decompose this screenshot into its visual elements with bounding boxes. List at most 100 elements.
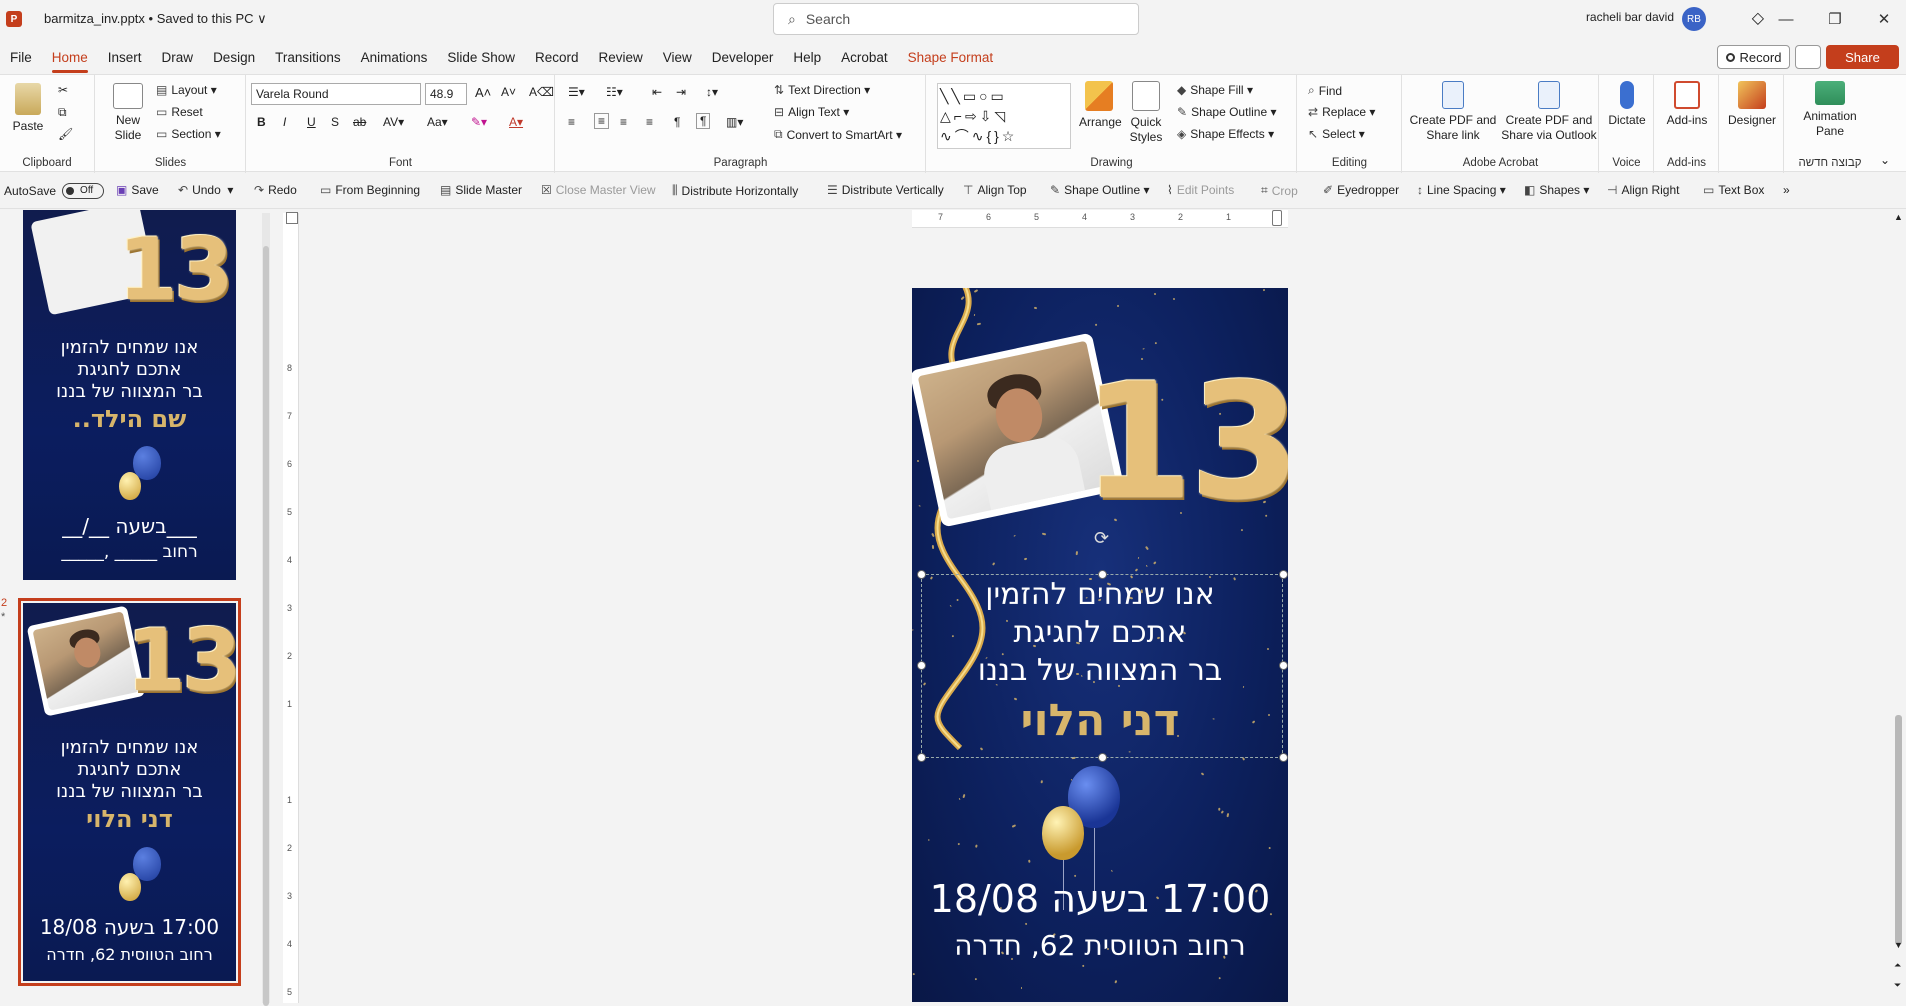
- copy-icon[interactable]: ⧉: [58, 105, 67, 120]
- tab-record[interactable]: Record: [525, 45, 589, 71]
- canvas-scrollbar[interactable]: ▲ ▼ ⏶ ⏷: [1890, 210, 1906, 1006]
- justify-icon[interactable]: ≡: [646, 115, 653, 129]
- increase-indent-icon[interactable]: ⇥: [676, 85, 686, 99]
- more-commands-icon[interactable]: »: [1783, 183, 1790, 197]
- close-master-view-button[interactable]: ☒ Close Master View: [541, 183, 656, 197]
- designer-button[interactable]: Designer: [1724, 81, 1780, 128]
- collapse-ribbon-icon[interactable]: ⌄: [1880, 153, 1890, 167]
- canvas-scroll-thumb[interactable]: [1895, 715, 1902, 945]
- reset-button[interactable]: ▭ Reset: [156, 105, 203, 119]
- slide-thumbnail-1[interactable]: 13 אנו שמחים להזמין אתכם לחגיגת בר המצוו…: [23, 210, 236, 580]
- invite-line2[interactable]: אתכם לחגיגת: [912, 615, 1288, 651]
- decrease-indent-icon[interactable]: ⇤: [652, 85, 662, 99]
- record-button[interactable]: Record: [1717, 45, 1790, 69]
- edit-points-button[interactable]: ⌇ Edit Points: [1167, 183, 1234, 197]
- tab-slide-show[interactable]: Slide Show: [437, 45, 525, 71]
- cut-icon[interactable]: ✂: [58, 83, 68, 97]
- resize-handle[interactable]: [1279, 753, 1288, 762]
- scroll-down-icon[interactable]: ▼: [1894, 940, 1903, 950]
- char-spacing-icon[interactable]: AV▾: [383, 115, 404, 129]
- main-slide[interactable]: 13 ⟳ אנו שמחים להזמין אתכם לחגיגת בר המצ…: [912, 288, 1288, 1002]
- text-box-button[interactable]: ▭ Text Box: [1703, 183, 1764, 197]
- tab-developer[interactable]: Developer: [702, 45, 784, 71]
- shapes-gallery[interactable]: ╲╲▭○▭ △⌐⇨⇩◹ ∿⌒∿{}☆: [937, 83, 1071, 149]
- quick-styles-button[interactable]: Quick Styles: [1125, 81, 1167, 145]
- autosave-switch[interactable]: Off: [62, 183, 105, 199]
- autosave-toggle[interactable]: AutoSave Off: [4, 183, 105, 199]
- highlight-icon[interactable]: ✎▾: [471, 115, 487, 129]
- slide-master-button[interactable]: ▤ Slide Master: [440, 183, 522, 197]
- indent-marker[interactable]: [1272, 210, 1282, 226]
- thumbnail-scroll-thumb[interactable]: [263, 246, 269, 1006]
- previous-slide-icon[interactable]: ⏶: [1894, 960, 1901, 971]
- convert-smartart-button[interactable]: ⧉ Convert to SmartArt ▾: [774, 127, 902, 142]
- ltr-icon[interactable]: ¶: [674, 115, 680, 129]
- number-13-balloon[interactable]: 13: [1082, 348, 1288, 535]
- tab-home[interactable]: Home: [42, 45, 98, 73]
- create-pdf-outlook-button[interactable]: Create PDF and Share via Outlook: [1501, 81, 1597, 143]
- tab-insert[interactable]: Insert: [98, 45, 152, 71]
- align-center-icon[interactable]: ≡: [594, 113, 610, 129]
- font-size-select[interactable]: 48.9: [425, 83, 467, 105]
- minimize-icon[interactable]: —: [1766, 6, 1806, 32]
- event-address[interactable]: רחוב הטווסית 62, חדרה: [912, 929, 1288, 962]
- document-title[interactable]: barmitza_inv.pptx • Saved to this PC ∨: [44, 11, 267, 27]
- crop-button[interactable]: ⌗ Crop: [1261, 183, 1298, 198]
- line-spacing-icon[interactable]: ↕▾: [706, 85, 718, 99]
- italic-icon[interactable]: I: [283, 115, 286, 129]
- tab-design[interactable]: Design: [203, 45, 265, 71]
- rtl-icon[interactable]: ¶: [696, 113, 711, 129]
- avatar[interactable]: RB: [1682, 7, 1706, 31]
- new-slide-button[interactable]: New Slide: [106, 83, 150, 143]
- format-painter-icon[interactable]: 🖌: [58, 127, 73, 141]
- underline-icon[interactable]: U: [307, 115, 316, 129]
- next-slide-icon[interactable]: ⏷: [1894, 980, 1901, 991]
- strikethrough-icon[interactable]: ab: [353, 115, 366, 129]
- event-date-time[interactable]: 17:00 בשעה 18/08: [912, 877, 1288, 922]
- bold-icon[interactable]: B: [257, 115, 266, 129]
- tab-file[interactable]: File: [0, 45, 42, 71]
- distribute-horizontally-button[interactable]: ⫼ Distribute Horizontally: [672, 183, 798, 198]
- shape-outline-qa-button[interactable]: ✎ Shape Outline ▾: [1050, 183, 1149, 197]
- tab-shape-format[interactable]: Shape Format: [898, 45, 1004, 71]
- tab-help[interactable]: Help: [783, 45, 831, 71]
- addins-button[interactable]: Add-ins: [1659, 81, 1715, 128]
- shrink-font-icon[interactable]: A˅: [501, 85, 516, 99]
- align-left-icon[interactable]: ≡: [568, 115, 575, 129]
- rotate-handle-icon[interactable]: ⟳: [1094, 528, 1109, 549]
- resize-handle[interactable]: [1098, 753, 1107, 762]
- restore-icon[interactable]: ❐: [1815, 6, 1855, 32]
- create-pdf-link-button[interactable]: Create PDF and Share link: [1407, 81, 1499, 143]
- align-top-button[interactable]: ⊤ Align Top: [963, 183, 1027, 197]
- tab-draw[interactable]: Draw: [152, 45, 204, 71]
- animation-pane-button[interactable]: Animation Pane: [1789, 81, 1871, 139]
- columns-icon[interactable]: ▥▾: [726, 115, 743, 129]
- line-spacing-qa-button[interactable]: ↕ Line Spacing ▾: [1417, 183, 1506, 197]
- undo-button[interactable]: ↶ Undo ▾: [178, 183, 233, 197]
- clear-formatting-icon[interactable]: A⌫: [529, 85, 554, 99]
- replace-button[interactable]: ⇄ Replace ▾: [1308, 105, 1375, 119]
- shape-fill-button[interactable]: ◆ Shape Fill ▾: [1177, 83, 1253, 97]
- font-color-icon[interactable]: A▾: [509, 115, 523, 129]
- shape-effects-button[interactable]: ◈ Shape Effects ▾: [1177, 127, 1274, 141]
- shape-outline-button[interactable]: ✎ Shape Outline ▾: [1177, 105, 1276, 119]
- invite-line1[interactable]: אנו שמחים להזמין: [912, 577, 1288, 613]
- paste-button[interactable]: Paste: [8, 83, 48, 134]
- shapes-qa-button[interactable]: ◧ Shapes ▾: [1524, 183, 1589, 197]
- change-case-icon[interactable]: Aa▾: [427, 115, 448, 129]
- tab-selector[interactable]: [286, 212, 298, 224]
- tab-view[interactable]: View: [653, 45, 702, 71]
- numbering-icon[interactable]: ☷▾: [606, 85, 623, 99]
- slide-thumbnail-2[interactable]: 13 אנו שמחים להזמין אתכם לחגיגת בר המצוו…: [18, 598, 241, 986]
- scroll-up-icon[interactable]: ▲: [1894, 212, 1903, 222]
- tab-review[interactable]: Review: [589, 45, 653, 71]
- align-text-button[interactable]: ⊟ Align Text ▾: [774, 105, 849, 119]
- comments-button[interactable]: [1795, 45, 1821, 69]
- arrange-button[interactable]: Arrange: [1079, 81, 1122, 130]
- user-name[interactable]: racheli bar david: [1586, 10, 1674, 24]
- search-input[interactable]: ⌕ Search: [773, 3, 1139, 35]
- share-button[interactable]: Share: [1826, 45, 1899, 69]
- shadow-icon[interactable]: S: [331, 115, 339, 129]
- section-button[interactable]: ▭ Section ▾: [156, 127, 221, 141]
- thumbnail-scrollbar[interactable]: [262, 213, 270, 1006]
